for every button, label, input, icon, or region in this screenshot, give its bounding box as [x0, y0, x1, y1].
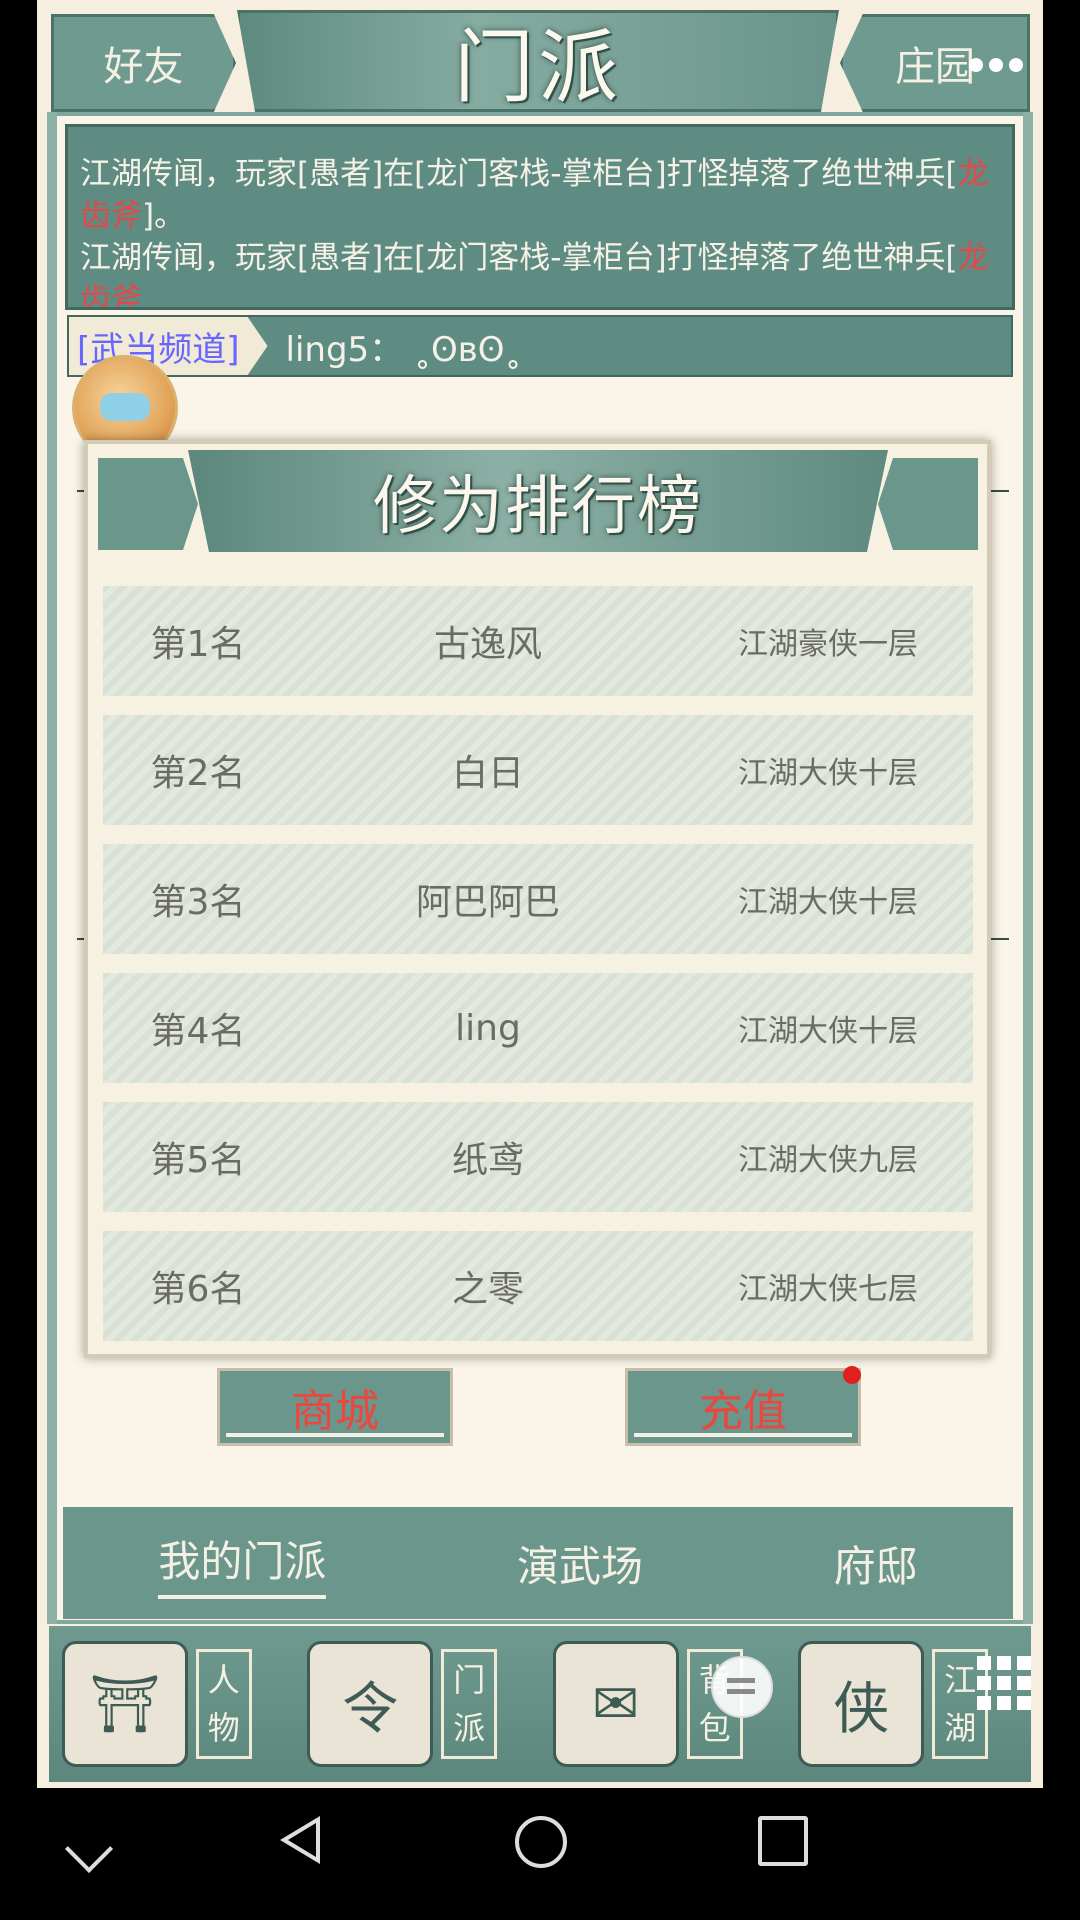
player-name: ling: [455, 1007, 521, 1049]
dialog-header: 修为排行榜: [98, 450, 978, 552]
ranking-row[interactable]: 第6名 之零 江湖大侠七层: [103, 1231, 973, 1341]
cultivation-level: 江湖大侠十层: [738, 885, 918, 920]
frame-left-rail: [47, 112, 57, 1624]
floating-menu-icon[interactable]: [711, 1656, 773, 1718]
ranking-row[interactable]: 第1名 古逸风 江湖豪侠一层: [103, 586, 973, 696]
ranking-row[interactable]: 第5名 纸鸢 江湖大侠九层: [103, 1102, 973, 1212]
news-text: 江湖传闻，玩家[愚者]在[龙门客栈-掌柜台]打怪掉落了绝世神兵[: [80, 240, 958, 276]
chat-message: ling5： ˳ʘвʘ˳: [285, 329, 522, 370]
game-screen: 好友 门派 庄园 江湖传闻，玩家[愚者]在[龙门客栈-掌柜台]打怪掉落了绝世神兵…: [37, 0, 1043, 1788]
tab-my-sect[interactable]: 我的门派: [158, 1528, 327, 1599]
player-name: 白日: [451, 753, 524, 794]
notification-dot: [843, 1366, 861, 1384]
rank-position: 第5名: [150, 1140, 246, 1181]
rank-position: 第2名: [150, 753, 246, 794]
rank-position: 第3名: [150, 882, 246, 923]
player-name: 古逸风: [433, 624, 542, 665]
header-decor-left: [98, 458, 198, 550]
ranking-list: 第1名 古逸风 江湖豪侠一层 第2名 白日 江湖大侠十层 第3名 阿巴阿巴 江湖…: [103, 586, 973, 1360]
more-dots-icon[interactable]: [969, 58, 1023, 72]
player-name: 之零: [451, 1269, 524, 1310]
dialog-title: 修为排行榜: [188, 450, 888, 552]
cultivation-level: 江湖大侠七层: [738, 1272, 918, 1307]
page-title: 门派: [237, 10, 839, 112]
nav-label: 人物: [195, 1649, 252, 1759]
friends-tab[interactable]: 好友: [51, 14, 236, 112]
chat-bar[interactable]: [武当频道] ling5： ˳ʘвʘ˳: [67, 315, 1013, 377]
scroll-bag-icon: ✉: [552, 1641, 679, 1767]
straw-hat-hero-icon: ⛩: [61, 1641, 188, 1767]
player-name: 纸鸢: [451, 1140, 524, 1181]
home-icon[interactable]: [515, 1816, 567, 1868]
token-icon: 令: [307, 1641, 434, 1767]
player-name: 阿巴阿巴: [415, 882, 560, 923]
ranking-row[interactable]: 第4名 ling 江湖大侠十层: [103, 973, 973, 1083]
tab-arena[interactable]: 演武场: [517, 1533, 643, 1594]
rank-position: 第1名: [150, 624, 246, 665]
nav-label: 门派: [441, 1649, 498, 1759]
shop-button[interactable]: 商城: [217, 1368, 453, 1446]
news-line: 江湖传闻，玩家[愚者]在[龙门客栈-掌柜台]打怪掉落了绝世神兵[龙齿斧]。: [80, 153, 1000, 237]
frame-right-rail: [1023, 112, 1033, 1624]
cultivation-level: 江湖大侠十层: [738, 756, 918, 791]
nav-sect[interactable]: 令 门派: [307, 1634, 527, 1774]
news-line: 江湖传闻，玩家[愚者]在[龙门客栈-掌柜台]打怪掉落了绝世神兵[龙齿斧: [80, 237, 1000, 307]
nav-character[interactable]: ⛩ 人物: [61, 1634, 282, 1774]
fan-icon: 侠: [798, 1641, 925, 1767]
sect-subtabs: 我的门派 演武场 府邸: [63, 1507, 1013, 1619]
system-nav-bar: [0, 1788, 1080, 1920]
ranking-row[interactable]: 第2名 白日 江湖大侠十层: [103, 715, 973, 825]
cultivation-level: 江湖豪侠一层: [738, 627, 918, 662]
header-decor-right: [878, 458, 978, 550]
cultivation-level: 江湖大侠九层: [738, 1143, 918, 1178]
rank-position: 第4名: [150, 1011, 246, 1052]
back-icon[interactable]: [280, 1816, 320, 1864]
rank-position: 第6名: [150, 1269, 246, 1310]
bottom-nav: ⛩ 人物 令 门派 ✉ 背包 侠 江湖: [49, 1626, 1031, 1782]
news-broadcast: 江湖传闻，玩家[愚者]在[龙门客栈-掌柜台]打怪掉落了绝世神兵[龙齿斧]。 江湖…: [65, 124, 1015, 310]
cultivation-ranking-dialog: 修为排行榜 第1名 古逸风 江湖豪侠一层 第2名 白日 江湖大侠十层 第3名 阿…: [84, 440, 991, 1358]
news-text: 江湖传闻，玩家[愚者]在[龙门客栈-掌柜台]打怪掉落了绝世神兵[: [80, 156, 958, 192]
news-text: ]。: [142, 198, 186, 234]
grid-menu-icon[interactable]: [977, 1656, 1031, 1710]
cultivation-level: 江湖大侠十层: [738, 1014, 918, 1049]
collapse-chevron-icon[interactable]: [64, 1824, 114, 1874]
tab-mansion[interactable]: 府邸: [834, 1533, 918, 1594]
recent-apps-icon[interactable]: [758, 1816, 808, 1866]
recharge-button[interactable]: 充值: [625, 1368, 861, 1446]
ranking-row[interactable]: 第3名 阿巴阿巴 江湖大侠十层: [103, 844, 973, 954]
